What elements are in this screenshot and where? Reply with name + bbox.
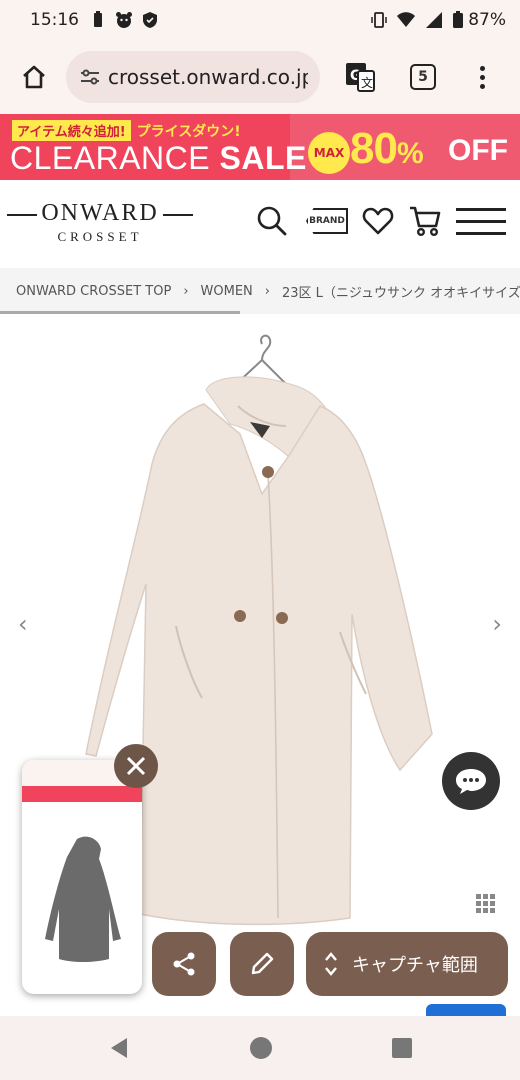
hamburger-menu-button[interactable] (456, 207, 506, 235)
site-header: ONWARD CROSSET BRAND (0, 180, 520, 268)
tab-switcher-button[interactable]: 5 (410, 64, 436, 90)
banner-tag-new-items: アイテム続々追加! (12, 120, 131, 141)
preview-coat-image (45, 836, 121, 962)
breadcrumb: ONWARD CROSSET TOP › WOMEN › 23区 L（ニジュウサ… (0, 268, 520, 314)
site-logo[interactable]: ONWARD CROSSET (7, 200, 194, 245)
banner-tagline: アイテム続々追加! プライスダウン! (12, 120, 241, 141)
banner-tag-price-down: プライスダウン! (136, 123, 241, 140)
preview-nav-bar (22, 974, 142, 994)
hamburger-line (456, 207, 506, 211)
preview-product-image (22, 824, 142, 974)
banner-percent-sign: % (396, 137, 424, 170)
breadcrumb-item-women[interactable]: WOMEN (201, 284, 253, 299)
expand-icon (324, 951, 338, 977)
banner-max-badge: MAX (308, 132, 350, 174)
share-icon (173, 952, 195, 976)
header-actions: BRAND (256, 204, 520, 238)
browser-toolbar: crosset.onward.co.jp G文 5 (0, 40, 520, 114)
url-text: crosset.onward.co.jp (108, 65, 308, 89)
battery-saver-icon (94, 11, 102, 27)
shield-icon (143, 12, 157, 28)
brand-button[interactable]: BRAND (306, 208, 348, 234)
system-nav-bar (0, 1016, 520, 1080)
banner-clearance-text: CLEARANCE (10, 140, 211, 176)
home-button[interactable] (14, 57, 54, 97)
clearance-sale-banner[interactable]: アイテム続々追加! プライスダウン! CLEARANCE SALE MAX 80… (0, 114, 520, 180)
battery-icon (453, 11, 464, 28)
site-settings-icon[interactable] (78, 65, 102, 89)
grid-dot (476, 894, 481, 899)
chat-button[interactable] (442, 752, 500, 810)
chat-icon (456, 769, 486, 794)
grid-dot (490, 908, 495, 913)
browser-menu-button[interactable] (472, 65, 492, 89)
banner-off-text: OFF (448, 134, 508, 167)
hamburger-line (456, 231, 506, 235)
status-time: 15:16 (30, 10, 79, 30)
banner-sale-text: SALE (219, 140, 307, 176)
grid-dot (490, 894, 495, 899)
breadcrumb-item-top[interactable]: ONWARD CROSSET TOP (16, 284, 171, 299)
grid-dot (476, 901, 481, 906)
capture-range-button[interactable]: キャプチャ範囲 (306, 932, 508, 996)
search-icon[interactable] (256, 205, 288, 237)
menu-dot (479, 74, 485, 80)
address-bar[interactable]: crosset.onward.co.jp (66, 51, 320, 103)
carousel-next-button[interactable]: › (492, 610, 502, 638)
home-circle-icon[interactable] (249, 1036, 273, 1060)
menu-dot (479, 65, 485, 71)
home-icon (23, 65, 45, 89)
battery-status: 87% (452, 10, 506, 30)
cart-icon[interactable] (408, 204, 442, 238)
svg-text:文: 文 (361, 75, 373, 90)
wifi-icon (397, 12, 416, 27)
menu-dot (479, 83, 485, 89)
grid-dot (476, 908, 481, 913)
status-bar: 15:16 87% (0, 0, 520, 40)
capture-range-label: キャプチャ範囲 (352, 955, 478, 976)
battery-percent: 87% (468, 10, 506, 30)
grid-dot (483, 894, 488, 899)
logo-main-text: ONWARD (7, 200, 194, 226)
screenshot-preview[interactable] (22, 760, 142, 994)
banner-headline: CLEARANCE SALE (10, 140, 307, 177)
signal-icon (426, 12, 443, 28)
share-button[interactable] (152, 932, 216, 996)
back-icon[interactable] (107, 1036, 131, 1060)
logo-sub-text: CROSSET (57, 229, 143, 244)
pencil-icon (251, 952, 274, 975)
hamburger-line (456, 219, 506, 223)
recents-icon[interactable] (391, 1037, 413, 1059)
breadcrumb-item-brand[interactable]: 23区 L（ニジュウサンク オオキイサイズ (282, 282, 520, 301)
banner-discount-value: 80 (350, 124, 398, 173)
translate-icon: G文 (346, 63, 375, 92)
vibrate-icon (371, 12, 387, 28)
grid-dot (483, 908, 488, 913)
preview-banner (22, 786, 142, 802)
grid-view-icon[interactable] (476, 894, 495, 913)
close-icon (126, 756, 146, 776)
app-notification-icon (116, 12, 132, 28)
close-preview-button[interactable] (114, 744, 158, 788)
chevron-right-icon: › (264, 283, 270, 299)
banner-discount: 80% (350, 124, 424, 174)
preview-header (22, 802, 142, 824)
grid-dot (483, 901, 488, 906)
add-to-cart-button-partial[interactable] (426, 1004, 506, 1016)
chevron-right-icon: › (183, 283, 189, 299)
carousel-prev-button[interactable]: ‹ (18, 610, 28, 638)
grid-dot (490, 901, 495, 906)
heart-icon[interactable] (362, 206, 394, 236)
edit-button[interactable] (230, 932, 294, 996)
translate-button[interactable]: G文 (340, 57, 380, 97)
